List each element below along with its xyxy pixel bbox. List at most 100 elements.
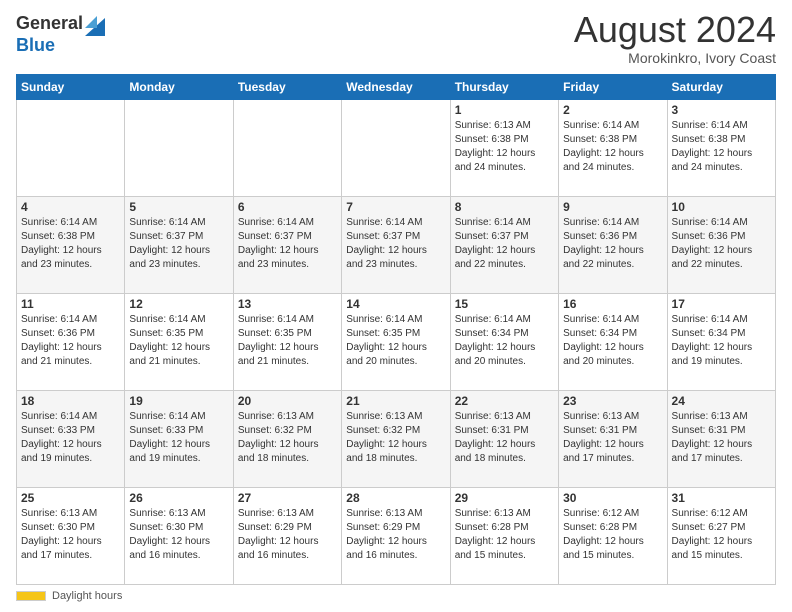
col-saturday: Saturday	[667, 75, 775, 100]
day-number: 27	[238, 491, 337, 505]
day-number: 12	[129, 297, 228, 311]
day-number: 22	[455, 394, 554, 408]
day-info: Sunrise: 6:14 AM Sunset: 6:37 PM Dayligh…	[455, 216, 554, 272]
day-info: Sunrise: 6:12 AM Sunset: 6:27 PM Dayligh…	[672, 507, 771, 563]
day-info: Sunrise: 6:13 AM Sunset: 6:28 PM Dayligh…	[455, 507, 554, 563]
table-row: 14Sunrise: 6:14 AM Sunset: 6:35 PM Dayli…	[342, 294, 450, 391]
day-info: Sunrise: 6:14 AM Sunset: 6:37 PM Dayligh…	[238, 216, 337, 272]
day-number: 20	[238, 394, 337, 408]
table-row: 7 Sunrise: 6:14 AM Sunset: 6:37 PM Daylig…	[342, 197, 450, 294]
table-row: 17 Sunrise: 6:14 AM Sunset: 6:34 PM Dayli…	[667, 294, 775, 391]
col-monday: Monday	[125, 75, 233, 100]
location: Morokinkro, Ivory Coast	[574, 50, 776, 66]
day-number: 2	[563, 103, 662, 117]
day-info: Sunrise: 6:13 AM Sunset: 6:32 PM Dayligh…	[238, 410, 337, 466]
day-info: Sunrise: 6:14 AM Sunset: 6:38 PM Dayligh…	[672, 119, 771, 175]
table-row: 13Sunrise: 6:14 AM Sunset: 6:35 PM Dayli…	[233, 294, 341, 391]
footer: Daylight hours	[16, 590, 776, 602]
day-info: Sunrise: 6:14 AM Sunset: 6:33 PM Dayligh…	[129, 410, 228, 466]
table-row: 5 Sunrise: 6:14 AM Sunset: 6:37 PM Daylig…	[125, 197, 233, 294]
table-row: 19 Sunrise: 6:14 AM Sunset: 6:33 PM Dayli…	[125, 391, 233, 488]
table-row	[125, 100, 233, 197]
table-row: 27 Sunrise: 6:13 AM Sunset: 6:29 PM Dayli…	[233, 488, 341, 585]
day-info: Sunrise: 6:13 AM Sunset: 6:38 PM Dayligh…	[455, 119, 554, 175]
day-info: Sunrise: 6:14 AM Sunset: 6:38 PM Dayligh…	[563, 119, 662, 175]
page: General Blue August 2024 Morokinkro, Ivo…	[0, 0, 792, 612]
day-info: Sunrise: 6:12 AM Sunset: 6:28 PM Dayligh…	[563, 507, 662, 563]
table-row: 10Sunrise: 6:14 AM Sunset: 6:36 PM Dayli…	[667, 197, 775, 294]
day-info: Sunrise: 6:14 AM Sunset: 6:34 PM Dayligh…	[672, 313, 771, 369]
table-row: 30 Sunrise: 6:12 AM Sunset: 6:28 PM Dayli…	[559, 488, 667, 585]
logo-text: General Blue	[16, 12, 105, 56]
day-info: Sunrise: 6:13 AM Sunset: 6:31 PM Dayligh…	[455, 410, 554, 466]
day-info: Sunrise: 6:14 AM Sunset: 6:35 PM Dayligh…	[346, 313, 445, 369]
day-number: 15	[455, 297, 554, 311]
table-row: 28 Sunrise: 6:13 AM Sunset: 6:29 PM Dayli…	[342, 488, 450, 585]
day-info: Sunrise: 6:14 AM Sunset: 6:37 PM Dayligh…	[346, 216, 445, 272]
day-info: Sunrise: 6:13 AM Sunset: 6:31 PM Dayligh…	[563, 410, 662, 466]
day-number: 16	[563, 297, 662, 311]
logo-area: General Blue	[16, 12, 105, 56]
day-info: Sunrise: 6:13 AM Sunset: 6:29 PM Dayligh…	[346, 507, 445, 563]
day-info: Sunrise: 6:14 AM Sunset: 6:36 PM Dayligh…	[21, 313, 120, 369]
table-row: 22 Sunrise: 6:13 AM Sunset: 6:31 PM Dayli…	[450, 391, 558, 488]
day-number: 23	[563, 394, 662, 408]
day-number: 8	[455, 200, 554, 214]
day-number: 19	[129, 394, 228, 408]
table-row: 25Sunrise: 6:13 AM Sunset: 6:30 PM Dayli…	[17, 488, 125, 585]
day-info: Sunrise: 6:13 AM Sunset: 6:29 PM Dayligh…	[238, 507, 337, 563]
day-info: Sunrise: 6:14 AM Sunset: 6:36 PM Dayligh…	[563, 216, 662, 272]
day-number: 5	[129, 200, 228, 214]
day-info: Sunrise: 6:14 AM Sunset: 6:37 PM Dayligh…	[129, 216, 228, 272]
logo-general: General	[16, 14, 83, 34]
logo-blue: Blue	[16, 36, 105, 56]
col-tuesday: Tuesday	[233, 75, 341, 100]
table-row	[233, 100, 341, 197]
day-info: Sunrise: 6:14 AM Sunset: 6:36 PM Dayligh…	[672, 216, 771, 272]
day-info: Sunrise: 6:13 AM Sunset: 6:32 PM Dayligh…	[346, 410, 445, 466]
daylight-bar-icon	[16, 591, 46, 601]
day-number: 4	[21, 200, 120, 214]
table-row: 21 Sunrise: 6:13 AM Sunset: 6:32 PM Dayli…	[342, 391, 450, 488]
calendar-table: Sunday Monday Tuesday Wednesday Thursday…	[16, 74, 776, 585]
day-info: Sunrise: 6:14 AM Sunset: 6:34 PM Dayligh…	[455, 313, 554, 369]
day-info: Sunrise: 6:14 AM Sunset: 6:33 PM Dayligh…	[21, 410, 120, 466]
table-row: 15 Sunrise: 6:14 AM Sunset: 6:34 PM Dayli…	[450, 294, 558, 391]
day-number: 7	[346, 200, 445, 214]
day-number: 24	[672, 394, 771, 408]
table-row: 23 Sunrise: 6:13 AM Sunset: 6:31 PM Dayli…	[559, 391, 667, 488]
table-row: 12 Sunrise: 6:14 AM Sunset: 6:35 PM Dayli…	[125, 294, 233, 391]
col-sunday: Sunday	[17, 75, 125, 100]
table-row: 3 Sunrise: 6:14 AM Sunset: 6:38 PM Daylig…	[667, 100, 775, 197]
day-number: 28	[346, 491, 445, 505]
table-row: 6Sunrise: 6:14 AM Sunset: 6:37 PM Daylig…	[233, 197, 341, 294]
day-number: 30	[563, 491, 662, 505]
day-info: Sunrise: 6:13 AM Sunset: 6:31 PM Dayligh…	[672, 410, 771, 466]
day-number: 18	[21, 394, 120, 408]
day-number: 17	[672, 297, 771, 311]
day-info: Sunrise: 6:14 AM Sunset: 6:35 PM Dayligh…	[129, 313, 228, 369]
logo-icon	[85, 8, 105, 36]
day-info: Sunrise: 6:14 AM Sunset: 6:38 PM Dayligh…	[21, 216, 120, 272]
day-number: 29	[455, 491, 554, 505]
day-number: 25	[21, 491, 120, 505]
day-info: Sunrise: 6:14 AM Sunset: 6:35 PM Dayligh…	[238, 313, 337, 369]
table-row: 24 Sunrise: 6:13 AM Sunset: 6:31 PM Dayli…	[667, 391, 775, 488]
table-row: 2 Sunrise: 6:14 AM Sunset: 6:38 PM Daylig…	[559, 100, 667, 197]
day-number: 1	[455, 103, 554, 117]
table-row: 4 Sunrise: 6:14 AM Sunset: 6:38 PM Daylig…	[17, 197, 125, 294]
table-row: 18 Sunrise: 6:14 AM Sunset: 6:33 PM Dayli…	[17, 391, 125, 488]
title-area: August 2024 Morokinkro, Ivory Coast	[574, 12, 776, 66]
calendar-header-row: Sunday Monday Tuesday Wednesday Thursday…	[17, 75, 776, 100]
day-number: 3	[672, 103, 771, 117]
month-title: August 2024	[574, 12, 776, 48]
col-friday: Friday	[559, 75, 667, 100]
table-row: 8 Sunrise: 6:14 AM Sunset: 6:37 PM Daylig…	[450, 197, 558, 294]
table-row: 26Sunrise: 6:13 AM Sunset: 6:30 PM Dayli…	[125, 488, 233, 585]
day-number: 11	[21, 297, 120, 311]
table-row: 1 Sunrise: 6:13 AM Sunset: 6:38 PM Daylig…	[450, 100, 558, 197]
table-row: 11 Sunrise: 6:14 AM Sunset: 6:36 PM Dayli…	[17, 294, 125, 391]
day-number: 21	[346, 394, 445, 408]
day-info: Sunrise: 6:14 AM Sunset: 6:34 PM Dayligh…	[563, 313, 662, 369]
header: General Blue August 2024 Morokinkro, Ivo…	[16, 12, 776, 66]
